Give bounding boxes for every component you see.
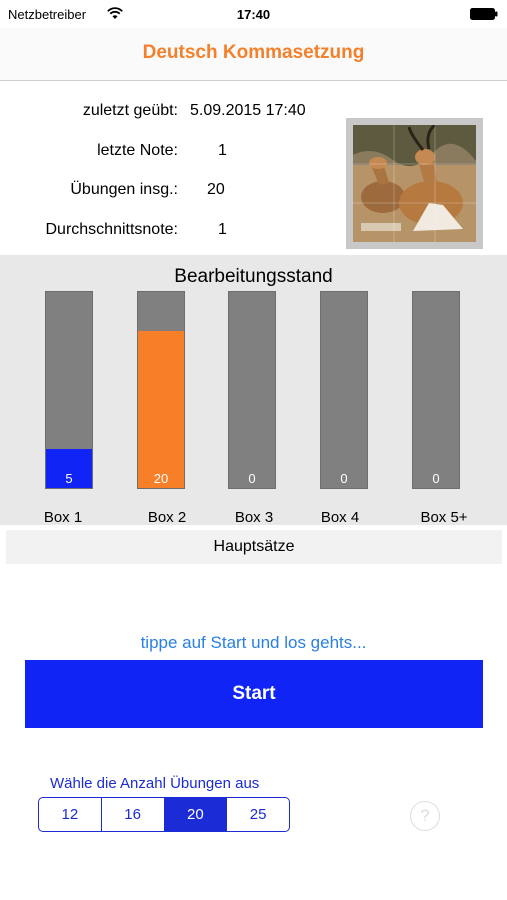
box-1-label: Box 1 [43, 509, 83, 526]
start-hint: tippe auf Start und los gehts... [140, 633, 367, 652]
exercise-count-selector: 12 16 20 25 [38, 797, 290, 832]
box-2-label: Box 2 [147, 509, 187, 526]
status-bar: Netzbetreiber 17:40 [0, 0, 507, 28]
count-option-20[interactable]: 20 [163, 798, 227, 831]
nav-title: Deutsch Kommasetzung [142, 42, 365, 63]
nav-bar: Deutsch Kommasetzung [0, 28, 507, 81]
stat-value-total-exercises: 20 [207, 181, 225, 198]
gazelle-photo[interactable] [346, 118, 483, 249]
progress-panel: Bearbeitungsstand 5 20 0 0 0 Box 1 Box 2… [0, 255, 507, 526]
stat-value-last-practiced: 5.09.2015 17:40 [190, 102, 306, 119]
box-4-bar: 0 [320, 291, 368, 489]
stat-label-last-practiced: zuletzt geübt: [82, 102, 178, 119]
box-3-label: Box 3 [234, 509, 274, 526]
count-option-16[interactable]: 16 [100, 798, 164, 831]
box-2-count: 20 [153, 471, 169, 486]
stat-value-last-grade: 1 [218, 142, 227, 159]
help-icon[interactable]: ? [410, 801, 440, 831]
exercise-count-caption: Wähle die Anzahl Übungen aus [50, 775, 260, 792]
start-button[interactable]: Start [25, 660, 483, 728]
box-4-label: Box 4 [320, 509, 360, 526]
box-5-bar: 0 [412, 291, 460, 489]
box-4-count: 0 [340, 471, 348, 486]
stat-label-average-grade: Durchschnittsnote: [45, 221, 178, 238]
stat-label-last-grade: letzte Note: [97, 142, 178, 159]
battery-icon [470, 8, 498, 20]
count-option-25[interactable]: 25 [226, 798, 289, 831]
photo-image [353, 125, 476, 242]
status-time: 17:40 [236, 7, 271, 22]
category-label: Hauptsätze [213, 538, 295, 555]
stat-value-average-grade: 1 [218, 221, 227, 238]
category-selector[interactable]: Hauptsätze [6, 530, 502, 564]
progress-title: Bearbeitungsstand [174, 266, 333, 287]
box-1-count: 5 [65, 471, 73, 486]
box-5-count: 0 [432, 471, 440, 486]
count-option-12[interactable]: 12 [39, 798, 101, 831]
box-5-label: Box 5+ [420, 509, 468, 526]
stat-label-total-exercises: Übungen insg.: [70, 181, 178, 198]
box-1-bar: 5 [45, 291, 93, 489]
box-2-bar: 20 [137, 291, 185, 489]
box-3-count: 0 [248, 471, 256, 486]
box-2-bar-fill [138, 331, 184, 488]
box-3-bar: 0 [228, 291, 276, 489]
